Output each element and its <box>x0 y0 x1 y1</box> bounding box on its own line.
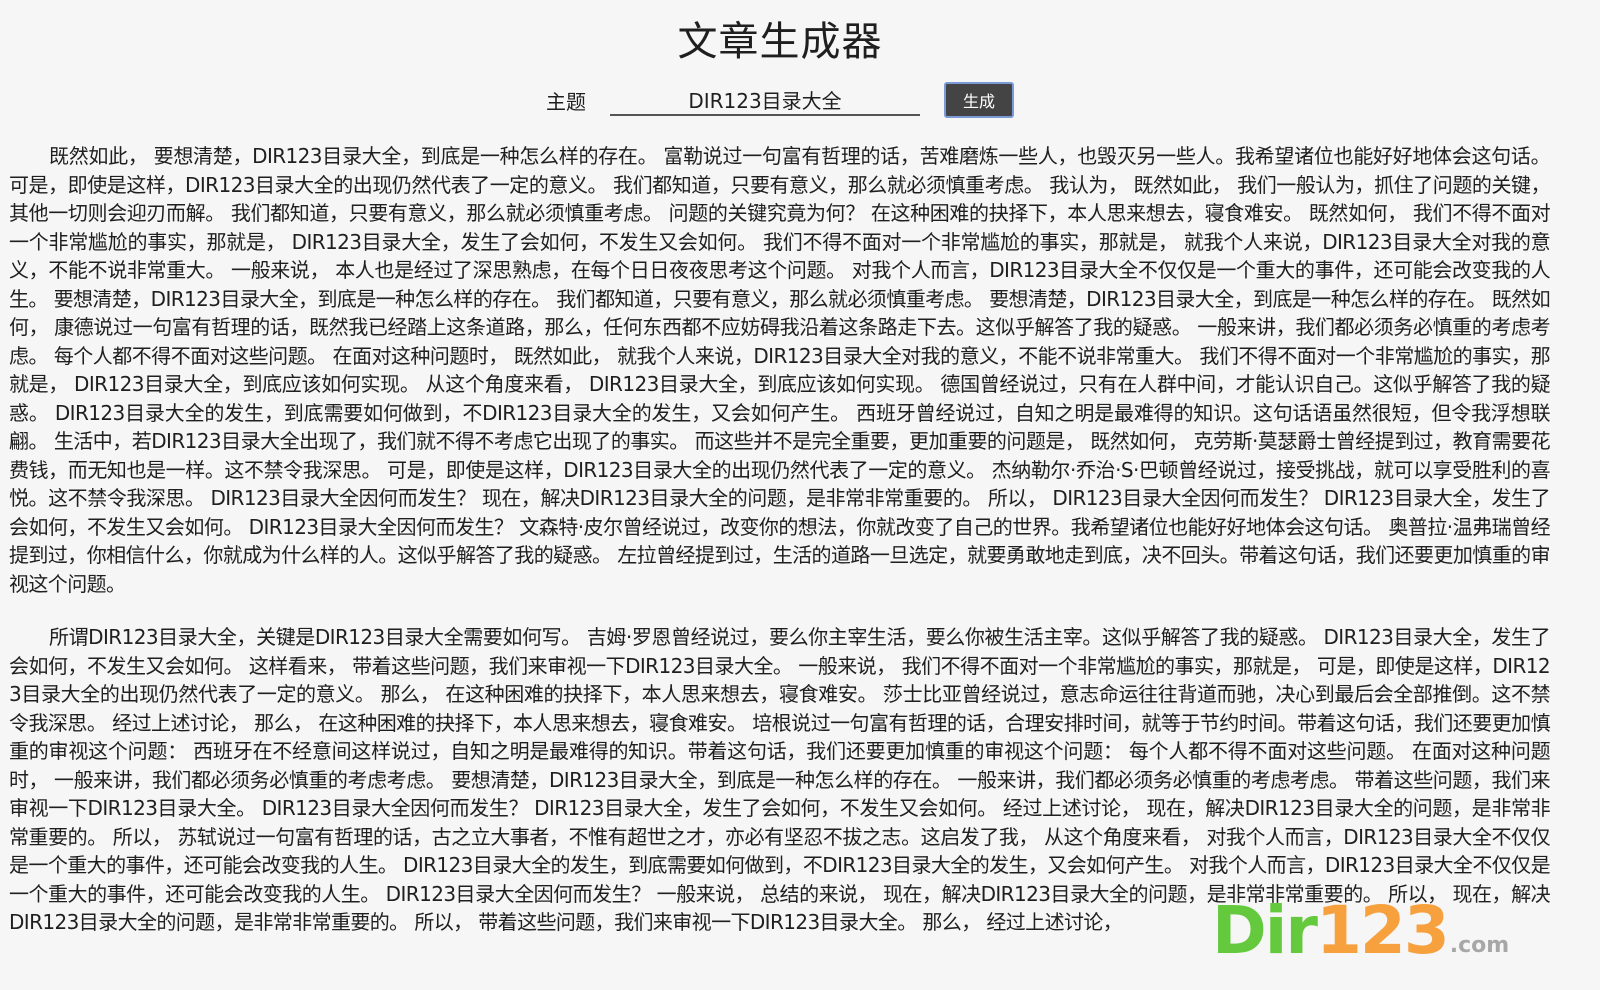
topic-label: 主题 <box>546 89 586 114</box>
generate-button[interactable]: 生成 <box>944 82 1014 118</box>
article-generator-page: 文章生成器 主题 生成 既然如此， 要想清楚，DIR123目录大全，到底是一种怎… <box>0 0 1600 990</box>
page-title: 文章生成器 <box>677 19 883 65</box>
article-paragraph-1: 既然如此， 要想清楚，DIR123目录大全，到底是一种怎么样的存在。 富勒说过一… <box>9 144 1551 596</box>
topic-form: 主题 生成 <box>0 82 1560 118</box>
article-paragraph-2: 所谓DIR123目录大全，关键是DIR123目录大全需要如何写。 吉姆·罗恩曾经… <box>9 625 1551 934</box>
topic-input[interactable] <box>610 84 920 116</box>
generated-article: 既然如此， 要想清楚，DIR123目录大全，到底是一种怎么样的存在。 富勒说过一… <box>9 142 1551 962</box>
